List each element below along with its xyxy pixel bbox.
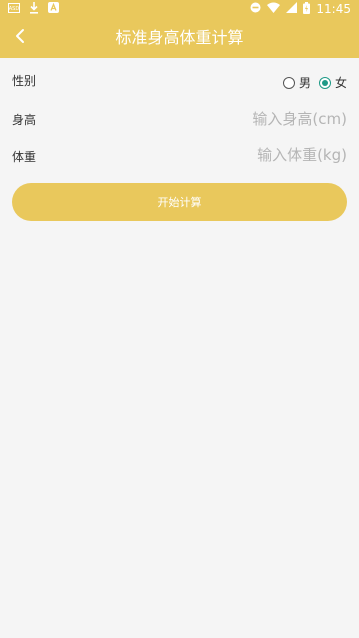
download-icon	[29, 1, 39, 17]
battery-icon	[303, 1, 311, 17]
dnd-icon	[250, 2, 261, 16]
radio-checked-icon	[318, 76, 331, 89]
height-input[interactable]	[167, 110, 347, 128]
status-time: 11:45	[316, 2, 351, 16]
chevron-left-icon	[14, 28, 26, 48]
status-small-label: ASD	[9, 6, 20, 12]
weight-label: 体重	[12, 150, 37, 164]
height-label: 身高	[12, 113, 37, 127]
weight-input[interactable]	[167, 146, 347, 164]
sd-card-icon: ASD	[8, 2, 20, 16]
gender-option-female[interactable]: 女	[318, 74, 347, 91]
app-notification-icon	[48, 2, 59, 16]
wifi-icon	[267, 2, 281, 16]
gender-option-label: 男	[298, 76, 311, 90]
back-button[interactable]	[6, 24, 34, 52]
gender-option-label: 女	[334, 76, 347, 90]
status-bar: ASD 11:45	[0, 0, 359, 18]
app-toolbar: 标准身高体重计算	[0, 18, 359, 58]
gender-option-male[interactable]: 男	[282, 74, 311, 91]
calculate-button[interactable]: 开始计算	[12, 183, 347, 221]
page-title: 标准身高体重计算	[115, 28, 244, 47]
gender-label: 性别	[12, 74, 37, 88]
radio-unchecked-icon	[282, 76, 295, 89]
gender-radio-group: 男 女	[282, 74, 347, 91]
signal-icon	[286, 2, 298, 16]
